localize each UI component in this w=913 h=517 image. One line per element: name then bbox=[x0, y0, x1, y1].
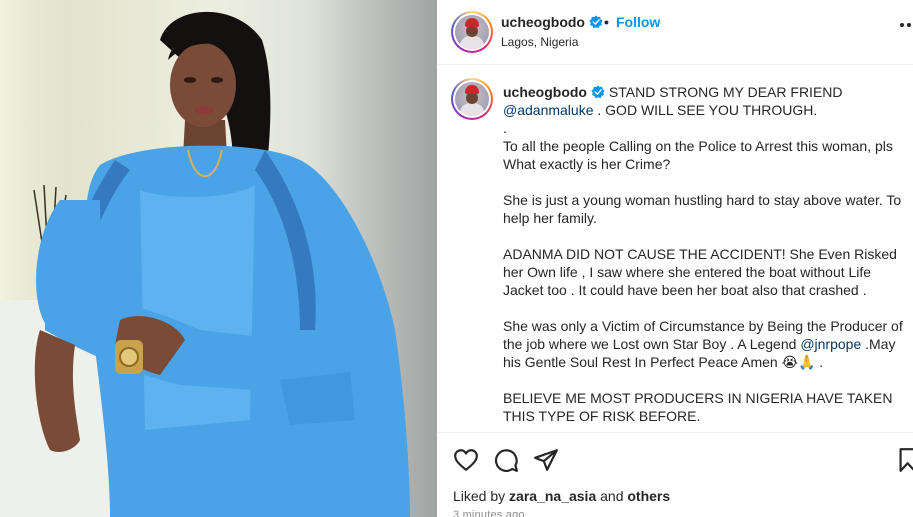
share-icon[interactable] bbox=[533, 447, 559, 473]
mention-jnrpope[interactable]: @jnrpope bbox=[800, 336, 861, 352]
post-actions-bar bbox=[437, 432, 913, 486]
caption-text: ucheogbodo STAND STRONG MY DEAR FRIEND @… bbox=[503, 83, 903, 425]
post-header: ucheogbodo • Follow Lagos, Nigeria bbox=[437, 0, 913, 65]
caption-intro: STAND STRONG MY DEAR FRIEND bbox=[608, 84, 843, 100]
author-username-text[interactable]: ucheogbodo bbox=[501, 14, 585, 30]
likes-others[interactable]: others bbox=[627, 488, 670, 504]
follow-button[interactable]: Follow bbox=[616, 14, 660, 30]
likes-prefix: Liked by bbox=[453, 488, 510, 504]
liked-by-user[interactable]: zara_na_asia bbox=[509, 488, 596, 504]
comment-icon[interactable] bbox=[493, 447, 519, 473]
likes-summary: Liked by zara_na_asia and others bbox=[453, 488, 670, 504]
bookmark-icon[interactable] bbox=[899, 447, 913, 473]
likes-and: and bbox=[596, 488, 628, 504]
caption-body: . GOD WILL SEE YOU THROUGH. . To all the… bbox=[503, 102, 903, 352]
more-options-icon[interactable] bbox=[899, 22, 913, 28]
mention-adanmaluke[interactable]: @adanmaluke bbox=[503, 102, 594, 118]
verified-badge-icon bbox=[591, 85, 605, 99]
heart-icon[interactable] bbox=[453, 447, 479, 473]
author-username[interactable]: ucheogbodo bbox=[501, 14, 603, 30]
post-location[interactable]: Lagos, Nigeria bbox=[501, 35, 578, 49]
caption-author-avatar[interactable] bbox=[451, 78, 493, 120]
post-timestamp[interactable]: 3 minutes ago bbox=[453, 509, 525, 517]
post-panel: ucheogbodo • Follow Lagos, Nigeria ucheo… bbox=[437, 0, 913, 517]
post-caption: ucheogbodo STAND STRONG MY DEAR FRIEND @… bbox=[437, 66, 913, 432]
caption-author-username[interactable]: ucheogbodo bbox=[503, 84, 587, 100]
woman-in-blue-suit bbox=[34, 11, 410, 517]
post-photo[interactable] bbox=[0, 0, 437, 517]
author-avatar[interactable] bbox=[451, 11, 493, 53]
verified-badge-icon bbox=[589, 15, 603, 29]
header-separator-dot: • bbox=[604, 14, 609, 30]
